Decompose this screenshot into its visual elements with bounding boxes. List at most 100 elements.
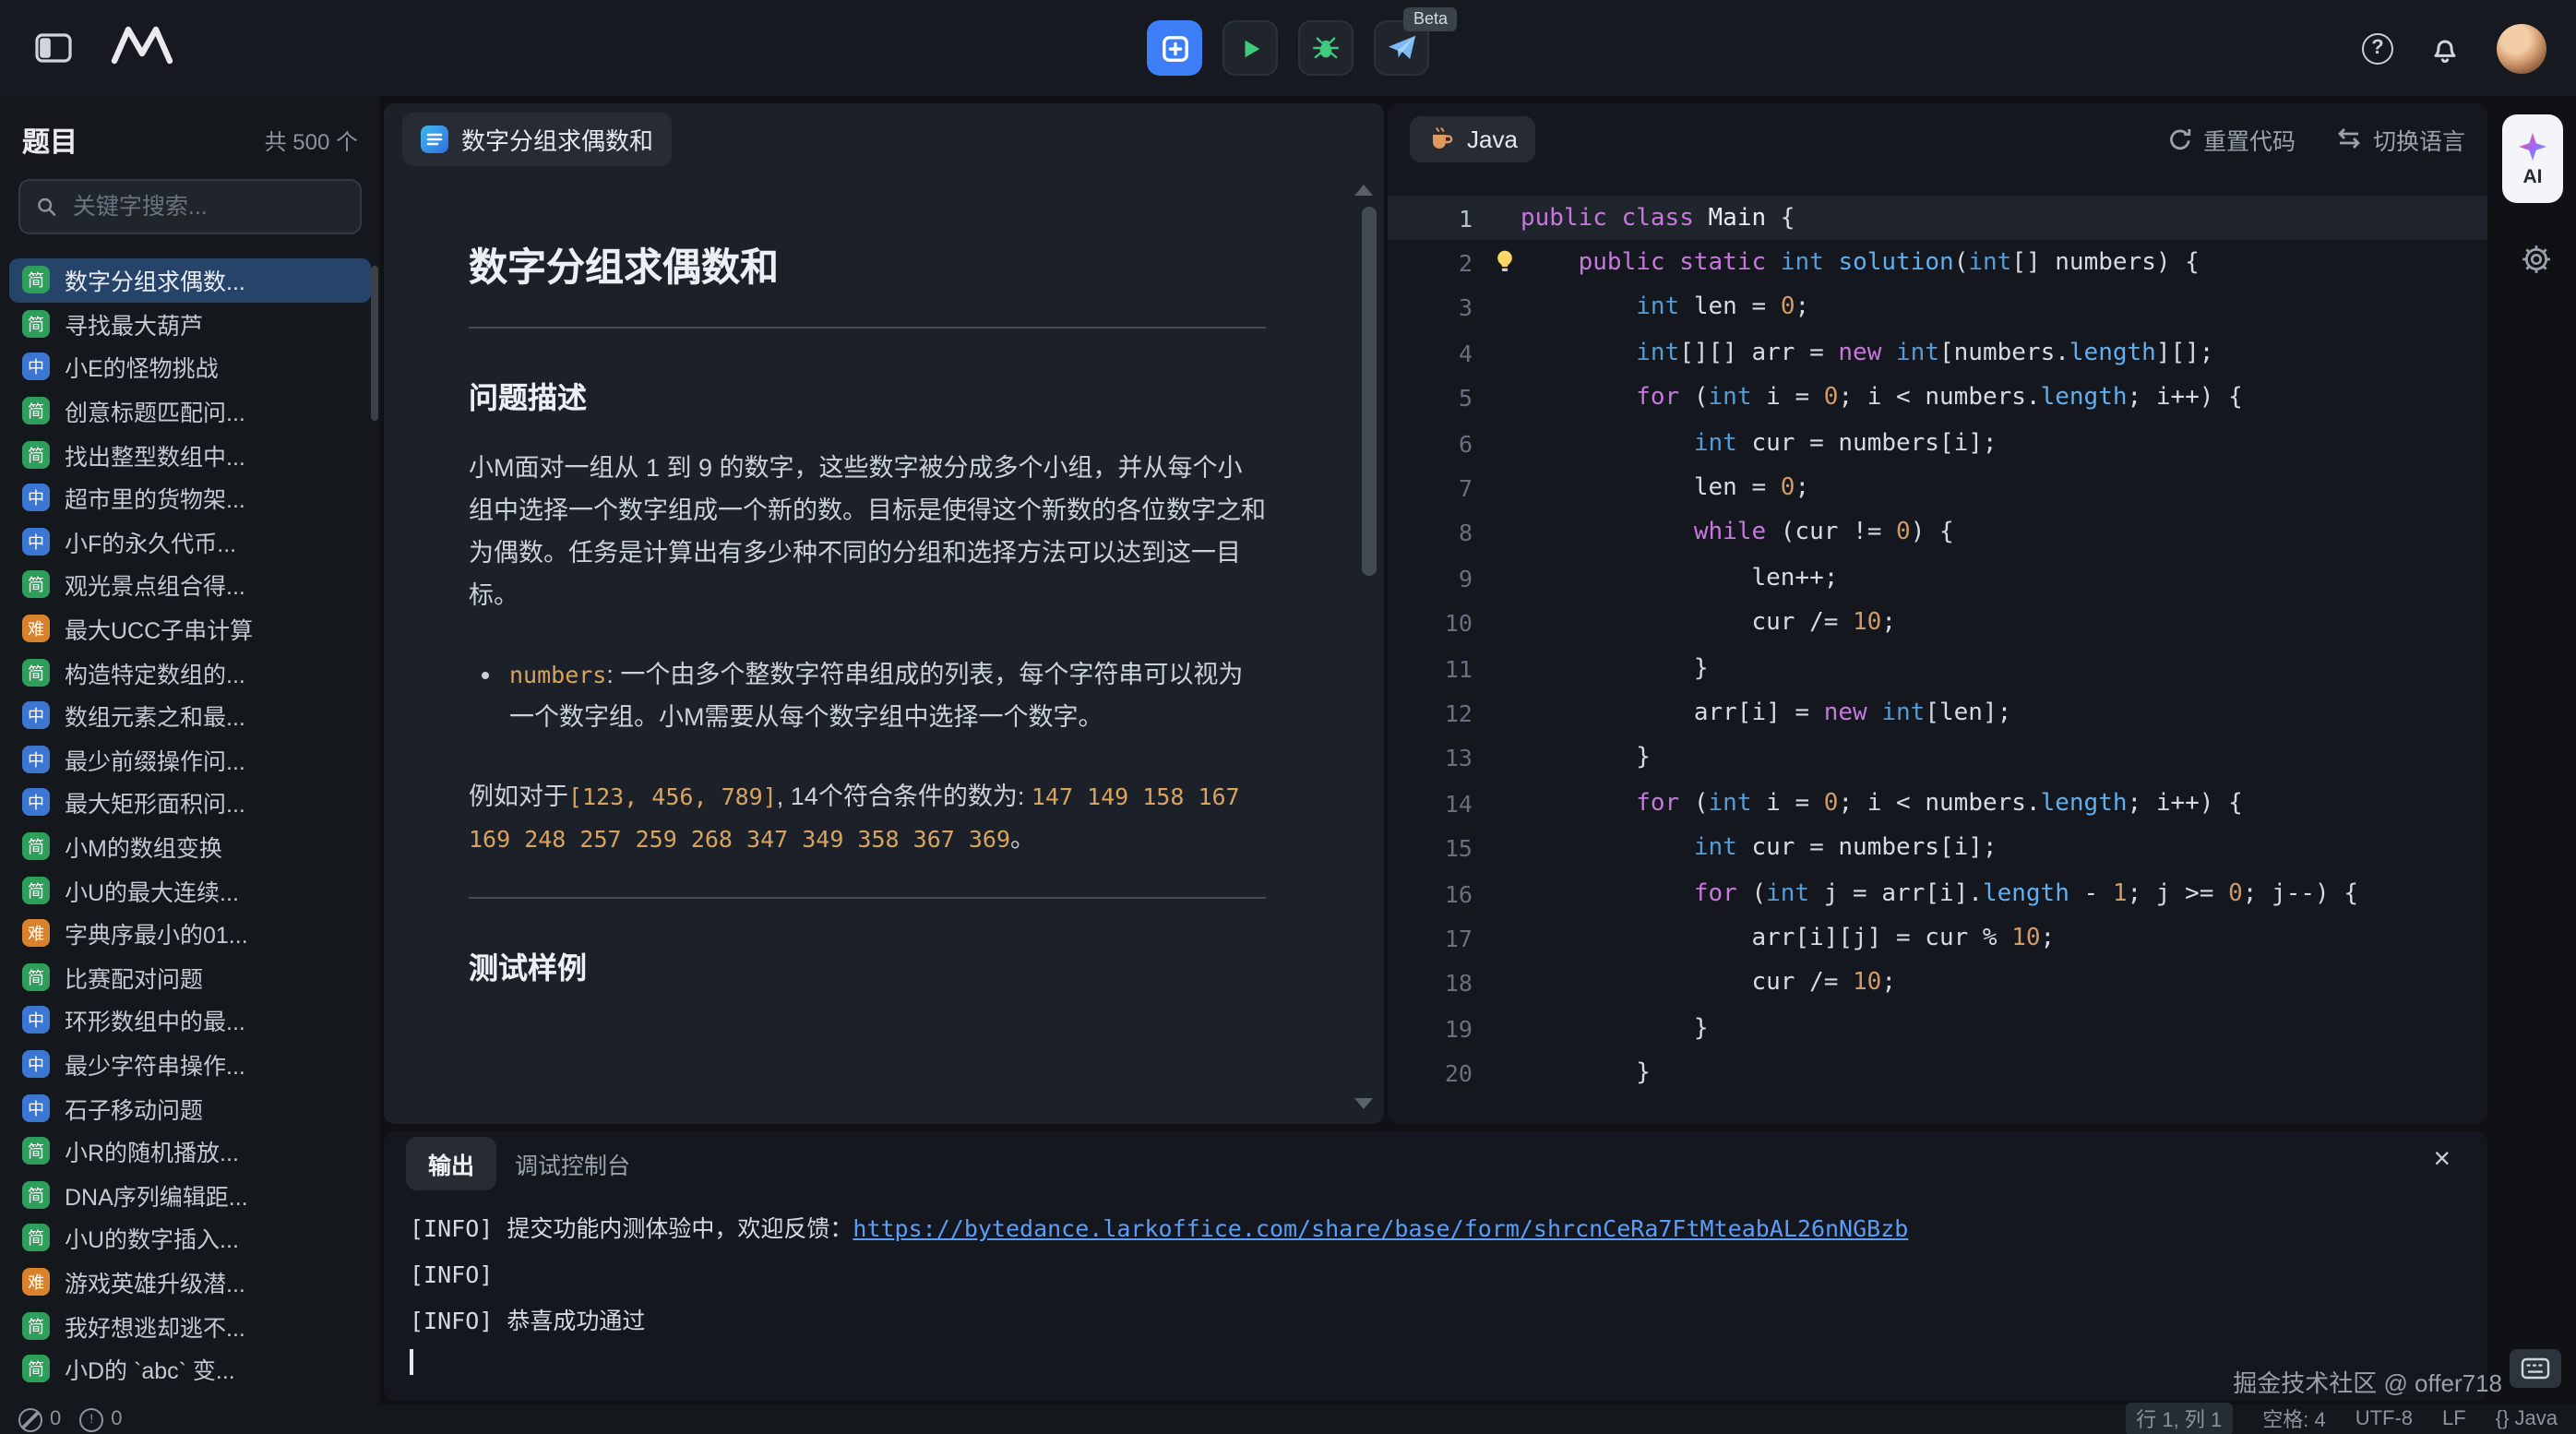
- problem-list-item[interactable]: 简小U的最大连续...: [9, 868, 371, 912]
- problem-list-item[interactable]: 中环形数组中的最...: [9, 998, 371, 1042]
- lightbulb-icon[interactable]: [1495, 250, 1515, 274]
- sidebar-toggle-icon: [35, 33, 72, 63]
- code-line[interactable]: 15 int cur = numbers[i];: [1388, 826, 2487, 871]
- code-line[interactable]: 14 for (int i = 0; i < numbers.length; i…: [1388, 781, 2487, 826]
- language-tab[interactable]: Java: [1410, 115, 1536, 161]
- problem-list-item[interactable]: 难字典序最小的01...: [9, 912, 371, 955]
- submit-button[interactable]: Beta: [1374, 20, 1429, 76]
- beta-badge: Beta: [1404, 7, 1457, 31]
- code-line[interactable]: 16 for (int j = arr[i].length - 1; j >= …: [1388, 871, 2487, 916]
- problem-list-item[interactable]: 简比赛配对问题: [9, 955, 371, 998]
- difficulty-badge: 难: [22, 615, 50, 642]
- code-line[interactable]: 11 }: [1388, 646, 2487, 691]
- problem-item-label: 最少字符串操作...: [65, 1046, 245, 1081]
- code-line[interactable]: 17 arr[i][j] = cur % 10;: [1388, 916, 2487, 962]
- warning-count[interactable]: ! 0: [79, 1407, 122, 1431]
- problem-scrollbar[interactable]: [1362, 207, 1377, 576]
- problem-list-item[interactable]: 中最大矩形面积问...: [9, 781, 371, 824]
- code-line[interactable]: 4 int[][] arr = new int[numbers.length][…: [1388, 330, 2487, 376]
- code-line[interactable]: 5 for (int i = 0; i < numbers.length; i+…: [1388, 376, 2487, 421]
- problem-list: 简数字分组求偶数...简寻找最大葫芦中小E的怪物挑战简创意标题匹配问...简找出…: [0, 258, 380, 1401]
- problem-item-label: 超市里的货物架...: [65, 481, 245, 516]
- difficulty-badge: 简: [22, 397, 50, 424]
- code-line[interactable]: 20 }: [1388, 1051, 2487, 1096]
- user-avatar[interactable]: [2497, 23, 2546, 73]
- run-button[interactable]: [1222, 20, 1278, 76]
- problem-list-item[interactable]: 中最少字符串操作...: [9, 1042, 371, 1085]
- problem-list-item[interactable]: 中小E的怪物挑战: [9, 345, 371, 388]
- code-line[interactable]: 3 int len = 0;: [1388, 286, 2487, 331]
- problem-list-item[interactable]: 简找出整型数组中...: [9, 433, 371, 476]
- close-console-icon[interactable]: ×: [2422, 1142, 2462, 1179]
- console-link[interactable]: https://bytedance.larkoffice.com/share/b…: [853, 1214, 1908, 1242]
- problem-tab[interactable]: 数字分组求偶数和: [402, 112, 672, 165]
- problem-list-item[interactable]: 难游戏英雄升级潜...: [9, 1260, 371, 1303]
- sidebar-scrollbar[interactable]: [371, 266, 378, 421]
- console-line: [INFO] 恭喜成功通过: [410, 1297, 2462, 1344]
- switch-language-button[interactable]: 切换语言: [2336, 121, 2465, 156]
- status-item[interactable]: 行 1, 列 1: [2125, 1403, 2233, 1434]
- code-editor[interactable]: 1public class Main {2 public static int …: [1388, 173, 2487, 1124]
- code-line[interactable]: 6 int cur = numbers[i];: [1388, 421, 2487, 466]
- code-line[interactable]: 12 arr[i] = new int[len];: [1388, 691, 2487, 736]
- debug-button[interactable]: [1298, 20, 1354, 76]
- keyboard-panel-icon[interactable]: [2510, 1349, 2561, 1388]
- problem-list-item[interactable]: 简我好想逃却逃不...: [9, 1304, 371, 1347]
- problem-list-item[interactable]: 简构造特定数组的...: [9, 651, 371, 694]
- reset-code-button[interactable]: 重置代码: [2168, 121, 2296, 156]
- line-number: 14: [1388, 790, 1473, 818]
- code-line[interactable]: 7 len = 0;: [1388, 466, 2487, 511]
- code-line[interactable]: 10 cur /= 10;: [1388, 601, 2487, 646]
- status-item[interactable]: LF: [2442, 1408, 2466, 1430]
- search-input[interactable]: [69, 192, 343, 221]
- problem-list-item[interactable]: 简观光景点组合得...: [9, 563, 371, 606]
- problem-list-item[interactable]: 简小U的数字插入...: [9, 1216, 371, 1260]
- notifications-bell-icon[interactable]: [2425, 28, 2465, 68]
- tab-output[interactable]: 输出: [406, 1136, 496, 1189]
- problem-list-item[interactable]: 简小M的数组变换: [9, 824, 371, 867]
- problem-item-label: 小F的永久代币...: [65, 524, 236, 559]
- status-item[interactable]: UTF-8: [2355, 1408, 2413, 1430]
- settings-gear-icon[interactable]: [2521, 244, 2552, 275]
- code-line[interactable]: 19 }: [1388, 1006, 2487, 1051]
- problem-list-item[interactable]: 中数组元素之和最...: [9, 694, 371, 737]
- problem-item-label: 找出整型数组中...: [65, 436, 245, 472]
- code-line[interactable]: 1public class Main {: [1388, 196, 2487, 241]
- problem-list-item[interactable]: 简小R的随机播放...: [9, 1129, 371, 1173]
- problem-item-label: 字典序最小的01...: [65, 915, 248, 950]
- ai-assistant-button[interactable]: AI: [2502, 114, 2563, 203]
- problem-list-item[interactable]: 简DNA序列编辑距...: [9, 1173, 371, 1216]
- tab-debug-console[interactable]: 调试控制台: [515, 1145, 630, 1180]
- new-config-button[interactable]: [1147, 20, 1202, 76]
- problem-list-item[interactable]: 中超市里的货物架...: [9, 476, 371, 520]
- error-count[interactable]: 0: [18, 1407, 61, 1431]
- scroll-up-arrow-icon[interactable]: [1354, 185, 1373, 196]
- problem-item-label: 最大UCC子串计算: [65, 611, 253, 646]
- help-icon[interactable]: ?: [2362, 32, 2393, 64]
- sidebar-title: 题目: [22, 122, 78, 161]
- problem-item-label: 寻找最大葫芦: [65, 306, 203, 341]
- code-line[interactable]: 9 len++;: [1388, 556, 2487, 601]
- code-line[interactable]: 8 while (cur != 0) {: [1388, 510, 2487, 556]
- difficulty-badge: 简: [22, 1311, 50, 1339]
- problem-item-label: 小E的怪物挑战: [65, 350, 219, 385]
- problem-list-item[interactable]: 简寻找最大葫芦: [9, 302, 371, 345]
- problem-list-item[interactable]: 中最少前缀操作问...: [9, 737, 371, 781]
- difficulty-badge: 中: [22, 353, 50, 381]
- problem-list-item[interactable]: 中石子移动问题: [9, 1086, 371, 1129]
- scroll-down-arrow-icon[interactable]: [1354, 1098, 1373, 1109]
- code-line[interactable]: 13 }: [1388, 735, 2487, 781]
- console-line: [INFO]: [410, 1251, 2462, 1297]
- problem-list-item[interactable]: 简创意标题匹配问...: [9, 389, 371, 433]
- status-item[interactable]: 空格: 4: [2262, 1404, 2325, 1434]
- problem-list-item[interactable]: 难最大UCC子串计算: [9, 607, 371, 651]
- problem-list-item[interactable]: 简小D的 `abc` 变...: [9, 1347, 371, 1391]
- problems-sidebar: 题目 共 500 个 简数字分组求偶数...简寻找最大葫芦中小E的怪物挑战简创意…: [0, 96, 380, 1404]
- problem-list-item[interactable]: 中小F的永久代币...: [9, 520, 371, 563]
- problem-list-item[interactable]: 简数字分组求偶数...: [9, 258, 371, 302]
- sidebar-toggle-button[interactable]: [26, 20, 81, 76]
- status-item[interactable]: {} Java: [2496, 1408, 2558, 1430]
- code-line[interactable]: 18 cur /= 10;: [1388, 961, 2487, 1006]
- code-line[interactable]: 2 public static int solution(int[] numbe…: [1388, 241, 2487, 286]
- search-box[interactable]: [18, 179, 362, 234]
